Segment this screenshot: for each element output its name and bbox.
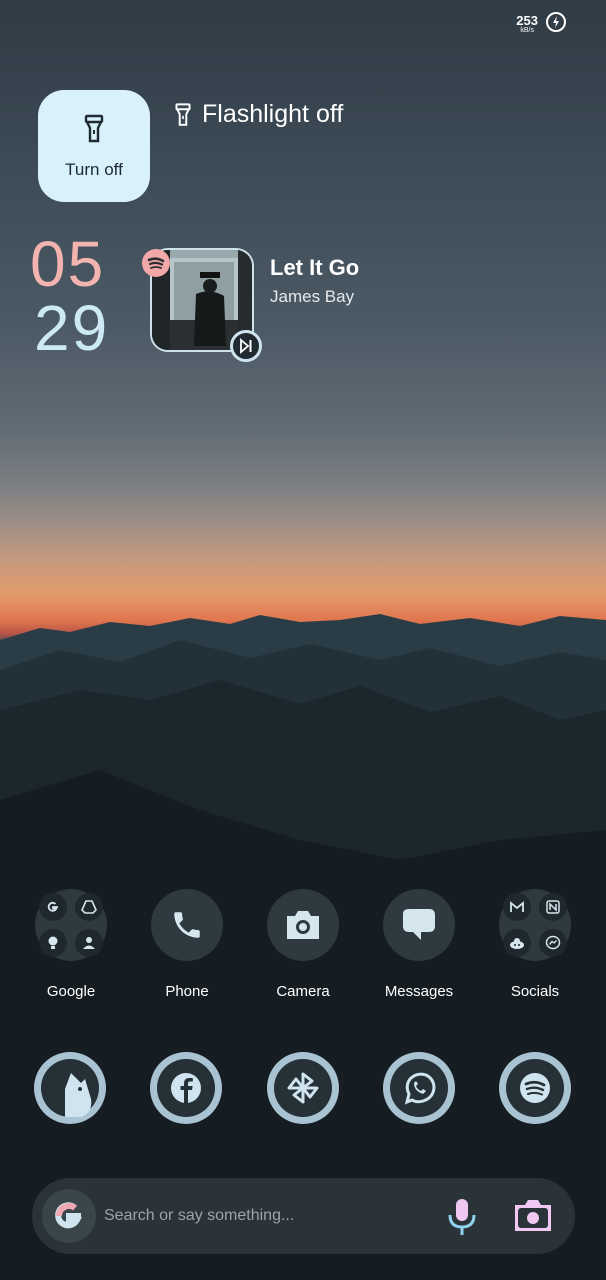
pinwheel-icon bbox=[287, 1072, 319, 1104]
song-title: Let It Go bbox=[270, 255, 360, 280]
whatsapp-icon bbox=[404, 1072, 436, 1105]
messages-icon bbox=[403, 909, 435, 940]
socials-folder[interactable]: Socials bbox=[483, 889, 587, 1000]
camera-app[interactable]: Camera bbox=[251, 889, 355, 1000]
charging-icon bbox=[546, 12, 566, 32]
spotify-icon bbox=[142, 249, 170, 277]
flashlight-icon bbox=[84, 114, 104, 143]
facebook-icon bbox=[171, 1073, 201, 1103]
lens-search-button[interactable] bbox=[510, 1193, 556, 1239]
spotify-icon bbox=[520, 1073, 550, 1103]
flashlight-notification: Flashlight off bbox=[174, 100, 343, 129]
google-logo-icon[interactable] bbox=[42, 1189, 96, 1243]
flashlight-tile[interactable]: Turn off bbox=[38, 90, 150, 202]
notion-mini-icon bbox=[539, 893, 567, 921]
whatsapp-app[interactable] bbox=[383, 1052, 455, 1124]
keep-mini-icon bbox=[39, 929, 67, 957]
google-search-bar[interactable]: Search or say something... bbox=[32, 1178, 575, 1254]
phone-app[interactable]: Phone bbox=[135, 889, 239, 1000]
network-speed-indicator: 253 kB/s bbox=[516, 14, 538, 34]
play-next-button[interactable] bbox=[230, 330, 262, 362]
dog-app-icon bbox=[65, 1073, 92, 1117]
contacts-mini-icon bbox=[75, 929, 103, 957]
artist-name: James Bay bbox=[270, 287, 355, 306]
clock-hours: 05 bbox=[30, 228, 106, 300]
skip-next-icon bbox=[240, 338, 252, 354]
google-mini-icon bbox=[39, 893, 67, 921]
voice-search-button[interactable] bbox=[440, 1195, 484, 1239]
flashlight-status-text: Flashlight off bbox=[202, 100, 344, 128]
app-label-camera: Camera bbox=[276, 983, 330, 1000]
microphone-icon bbox=[448, 1199, 476, 1235]
spotify-app[interactable] bbox=[499, 1052, 571, 1124]
app-label-socials: Socials bbox=[510, 983, 560, 1000]
app-label-phone: Phone bbox=[165, 983, 209, 1000]
dog-app[interactable] bbox=[34, 1052, 106, 1124]
app-label-messages: Messages bbox=[384, 983, 454, 1000]
network-speed-value: 253 bbox=[516, 13, 538, 28]
gmail-mini-icon bbox=[503, 893, 531, 921]
network-speed-unit: kB/s bbox=[520, 27, 534, 34]
app-label-google: Google bbox=[46, 983, 96, 1000]
lens-camera-icon bbox=[515, 1200, 551, 1231]
drive-mini-icon bbox=[75, 893, 103, 921]
clock-minutes: 29 bbox=[34, 292, 110, 364]
messages-app[interactable]: Messages bbox=[367, 889, 471, 1000]
messenger-mini-icon bbox=[539, 929, 567, 957]
alien-mini-icon bbox=[503, 929, 531, 957]
pinwheel-app[interactable] bbox=[267, 1052, 339, 1124]
camera-icon bbox=[287, 911, 319, 939]
flashlight-icon bbox=[175, 102, 191, 126]
search-placeholder: Search or say something... bbox=[104, 1207, 295, 1224]
facebook-app[interactable] bbox=[150, 1052, 222, 1124]
phone-icon bbox=[174, 912, 200, 938]
flashlight-tile-label: Turn off bbox=[65, 160, 123, 179]
google-folder[interactable]: Google bbox=[19, 889, 123, 1000]
